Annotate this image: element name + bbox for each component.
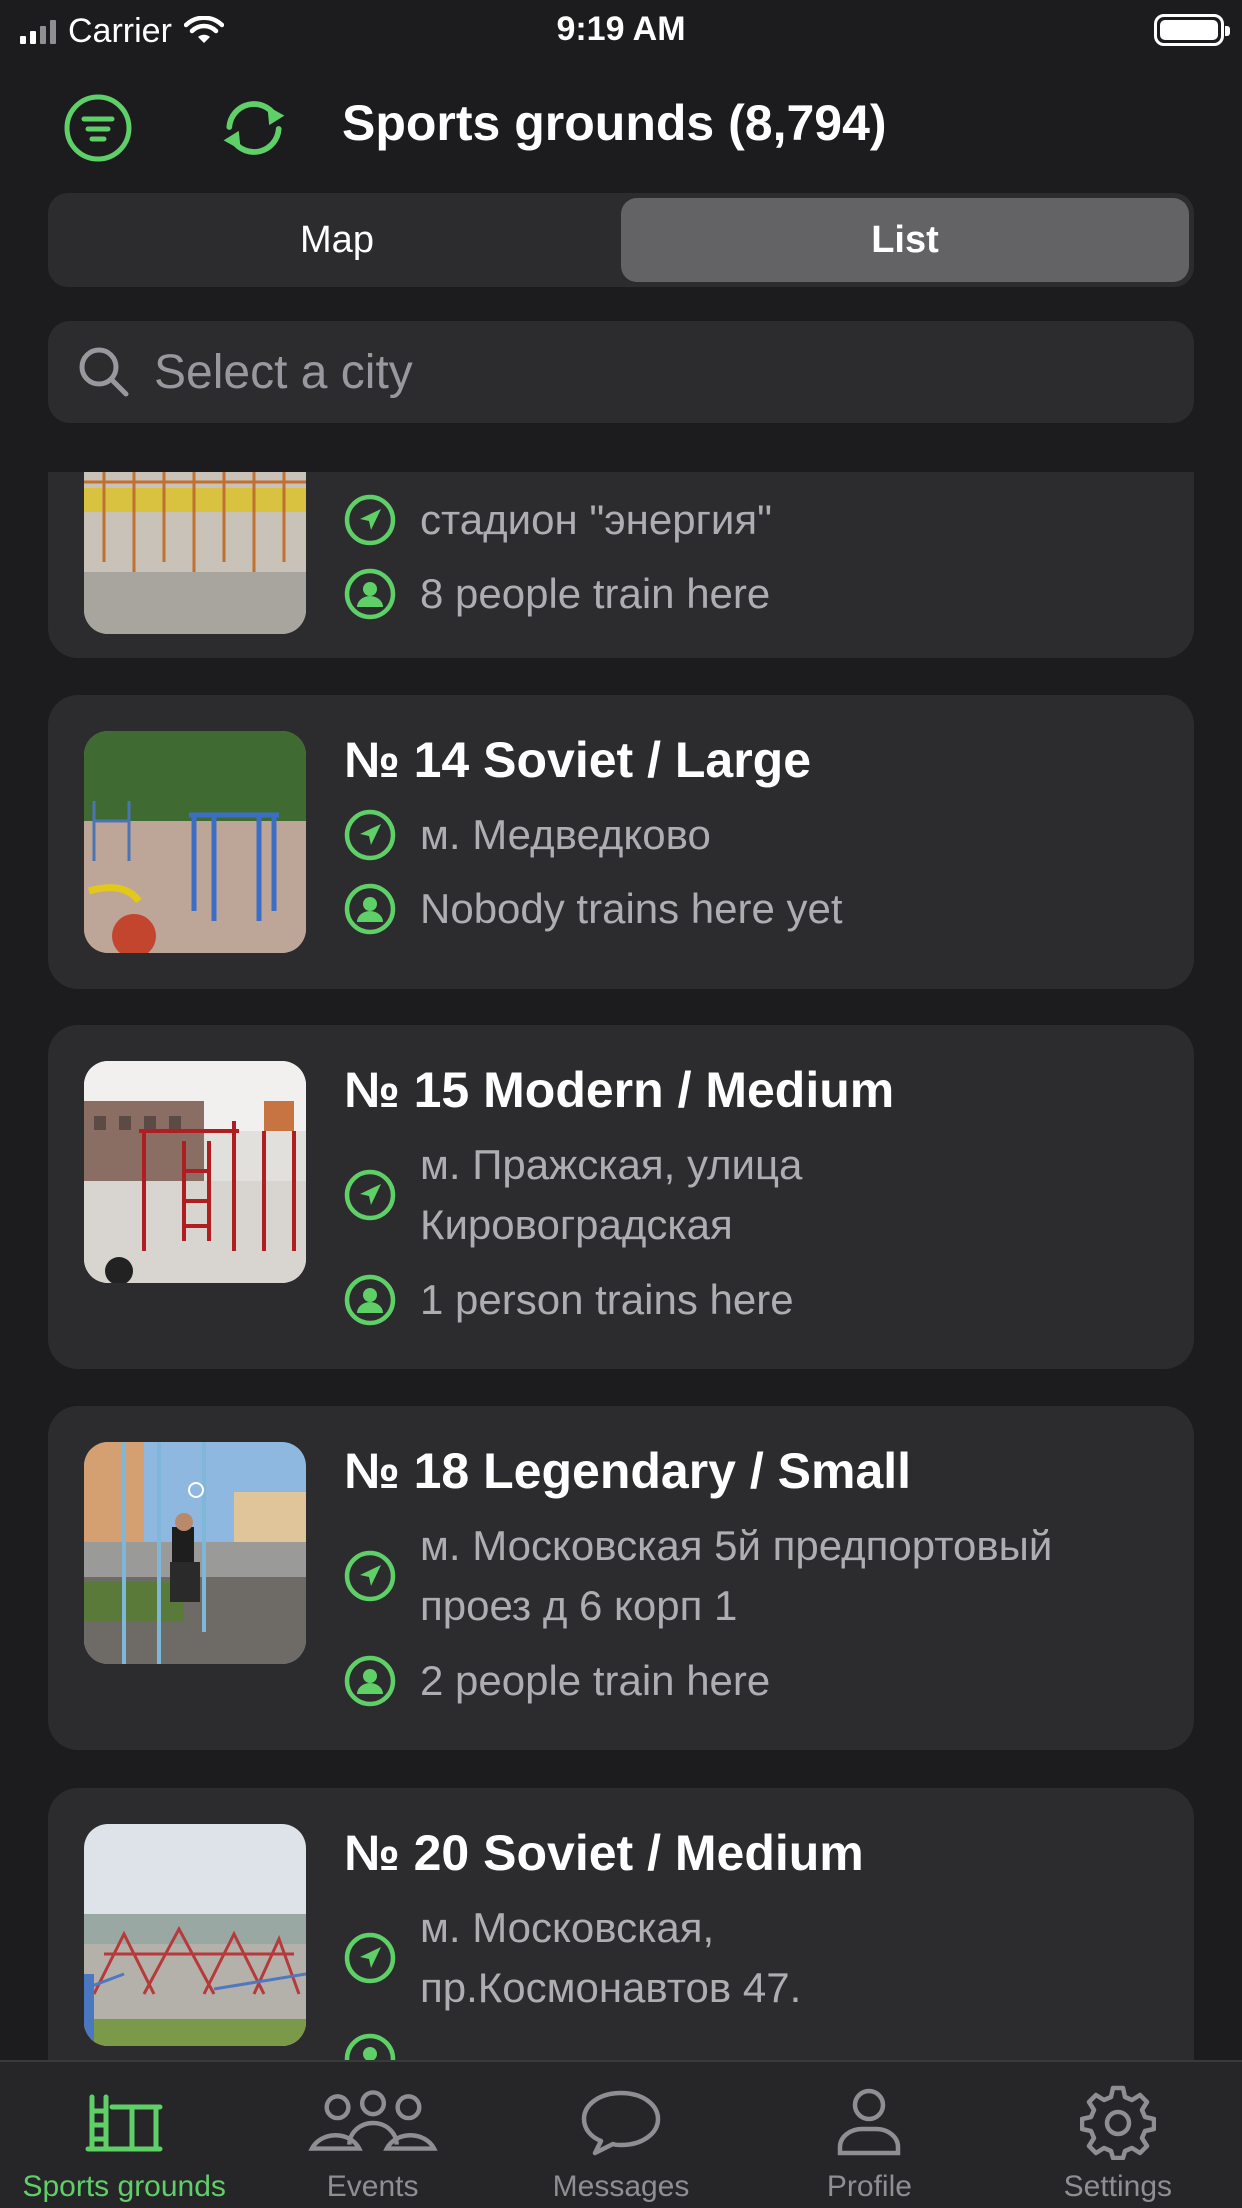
city-search-input[interactable]: [154, 344, 1054, 400]
ground-address-row: м. Пражская, улица Кировоградская: [344, 1135, 1164, 1255]
ground-title: № 15 Modern / Medium: [344, 1062, 895, 1118]
tab-settings[interactable]: Settings: [994, 2062, 1242, 2208]
ground-address-line: м. Московская 5й предпортовый: [420, 1522, 1053, 1569]
ground-people-row: 1 person trains here: [344, 1270, 1164, 1330]
tab-messages[interactable]: Messages: [497, 2062, 745, 2208]
people-group-icon: [307, 2090, 438, 2151]
person-circle-icon: [344, 2033, 396, 2060]
person-circle-icon: [344, 883, 396, 935]
ground-address-line: проез д 6 корп 1: [420, 1582, 738, 1629]
chat-bubble-icon: [581, 2090, 661, 2156]
tab-sports-grounds[interactable]: Sports grounds: [0, 2062, 248, 2208]
ground-photo: [84, 731, 306, 953]
ground-photo: [84, 1061, 306, 1283]
ground-title: № 14 Soviet / Large: [344, 732, 812, 788]
view-mode-segmented-control: Map List: [48, 193, 1194, 287]
ground-address-line: Кировоградская: [420, 1201, 733, 1248]
parallel-bars-icon: [85, 2094, 163, 2152]
ground-photo: [84, 472, 306, 634]
ground-address-line: м. Московская,: [420, 1904, 715, 1951]
ground-people-count: Nobody trains here yet: [420, 885, 843, 932]
tab-label: Messages: [552, 2170, 690, 2203]
page-title: Sports grounds (8,794): [342, 95, 887, 151]
refresh-icon: [223, 101, 285, 155]
status-time: 9:19 AM: [556, 10, 686, 48]
list-item[interactable]: № 20 Soviet / Medium м. Московская, пр.Ко…: [48, 1788, 1194, 2060]
person-circle-icon: [344, 568, 396, 620]
ground-people-row: 8 people train here: [344, 564, 1164, 624]
location-arrow-icon: [344, 1169, 396, 1221]
ground-people-row: 2 people train here: [344, 1651, 1164, 1711]
tab-label: Sports grounds: [22, 2170, 226, 2203]
location-arrow-icon: [344, 494, 396, 546]
filter-icon: [64, 94, 132, 162]
filter-button[interactable]: [60, 90, 136, 166]
ground-people-count: 8 people train here: [420, 570, 771, 617]
navigation-bar: Sports grounds (8,794): [0, 62, 1242, 192]
ground-photo: [84, 1824, 306, 2046]
ground-address-row: м. Московская, пр.Космонавтов 47.: [344, 1898, 1164, 2018]
list-item[interactable]: № 14 Soviet / Large м. Медведково Nobody…: [48, 695, 1194, 989]
ground-address-row: м. Московская 5й предпортовый проез д 6 к…: [344, 1516, 1164, 1636]
location-arrow-icon: [344, 809, 396, 861]
tab-label: Events: [326, 2170, 419, 2203]
ground-address: м. Медведково: [420, 811, 711, 858]
tab-profile[interactable]: Profile: [745, 2062, 993, 2208]
segment-list[interactable]: List: [621, 198, 1189, 282]
status-bar: Carrier 9:19 AM: [0, 0, 1242, 62]
segment-map[interactable]: Map: [53, 198, 621, 282]
ground-title: № 20 Soviet / Medium: [344, 1825, 864, 1881]
ground-photo: [84, 1442, 306, 1664]
tab-label: Settings: [1063, 2170, 1173, 2203]
ground-people-count: 1 person trains here: [420, 1276, 794, 1323]
battery-icon: [1154, 14, 1230, 46]
ground-address-line: пр.Космонавтов 47.: [420, 1964, 802, 2011]
list-item[interactable]: № 15 Modern / Medium м. Пражская, улица К…: [48, 1025, 1194, 1369]
list-item[interactable]: № 18 Legendary / Small м. Московская 5й …: [48, 1406, 1194, 1750]
refresh-button[interactable]: [216, 90, 292, 166]
person-circle-icon: [344, 1655, 396, 1707]
ground-people-row: [344, 2033, 1164, 2060]
ground-address: м. Московская 5й предпортовый проез д 6 к…: [420, 1516, 1052, 1636]
search-icon: [79, 347, 129, 397]
list-item[interactable]: стадион "энергия" 8 people train here: [48, 472, 1194, 658]
ground-people-row: Nobody trains here yet: [344, 879, 1164, 939]
ground-address: м. Пражская, улица Кировоградская: [420, 1135, 802, 1255]
ground-address-line: м. Пражская, улица: [420, 1141, 803, 1188]
tab-bar: Sports grounds Events Messages Profile S…: [0, 2060, 1242, 2208]
tab-events[interactable]: Events: [248, 2062, 496, 2208]
person-icon: [838, 2088, 901, 2156]
ground-address: стадион "энергия": [420, 496, 772, 543]
city-search-bar: [48, 321, 1194, 423]
ground-address-row: м. Медведково: [344, 805, 1164, 865]
ground-address: м. Московская, пр.Космонавтов 47.: [420, 1898, 801, 2018]
ground-people-count: 2 people train here: [420, 1657, 771, 1704]
person-circle-icon: [344, 1274, 396, 1326]
location-arrow-icon: [344, 1550, 396, 1602]
ground-address-row: стадион "энергия": [344, 490, 1164, 550]
tab-label: Profile: [826, 2170, 912, 2203]
location-arrow-icon: [344, 1932, 396, 1984]
gear-icon: [1079, 2085, 1156, 2160]
grounds-list[interactable]: стадион "энергия" 8 people train here №: [0, 472, 1242, 2060]
ground-title: № 18 Legendary / Small: [344, 1443, 912, 1499]
